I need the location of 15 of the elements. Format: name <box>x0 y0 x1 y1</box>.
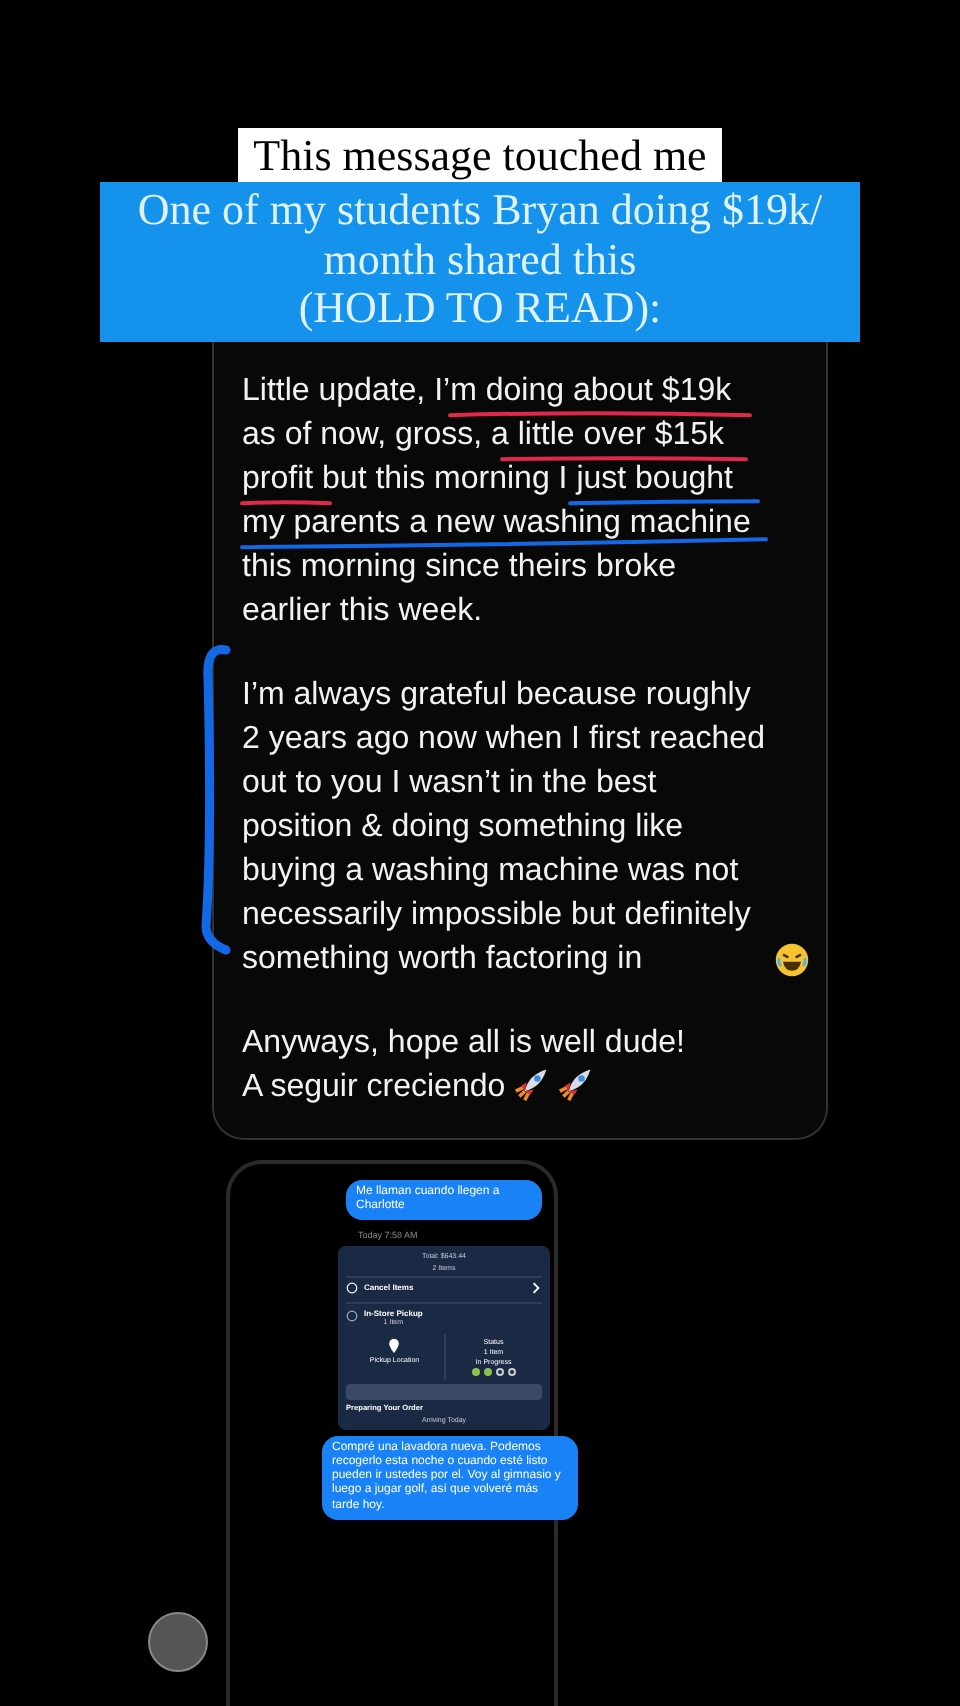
message-text: Little update, I’m doing about $19k as of now, gross, a little over $15k profit but this morning I just bought my parents a new washing machine this morning since theirs broke earlier this week. <box>242 373 751 627</box>
chevron-icon <box>530 1281 542 1294</box>
order-button[interactable] <box>346 1383 542 1400</box>
cancel-icon <box>346 1281 358 1294</box>
store-icon <box>346 1310 358 1323</box>
message-text: Anyways, hope all is well dude! <box>242 1025 685 1059</box>
message-text: I’m always grateful because roughly 2 years ago now when I first reached out to you I wasn’t in the best position & doing something like buying a washing machine was not necessarily impossible but definitely something worth factoring in <box>242 675 766 979</box>
rocket-icon <box>513 1065 550 1101</box>
laughing-emoji-icon <box>774 941 810 977</box>
avatar <box>148 1611 208 1671</box>
caption-subtitle: One of my students Bryan doing $19k/ month shared this (HOLD TO READ): <box>100 182 860 341</box>
rocket-icon <box>557 1065 594 1101</box>
location-pin-icon <box>388 1337 401 1354</box>
message-text: A seguir creciendo <box>242 1069 506 1103</box>
caption-title: This message touched me <box>237 128 723 182</box>
